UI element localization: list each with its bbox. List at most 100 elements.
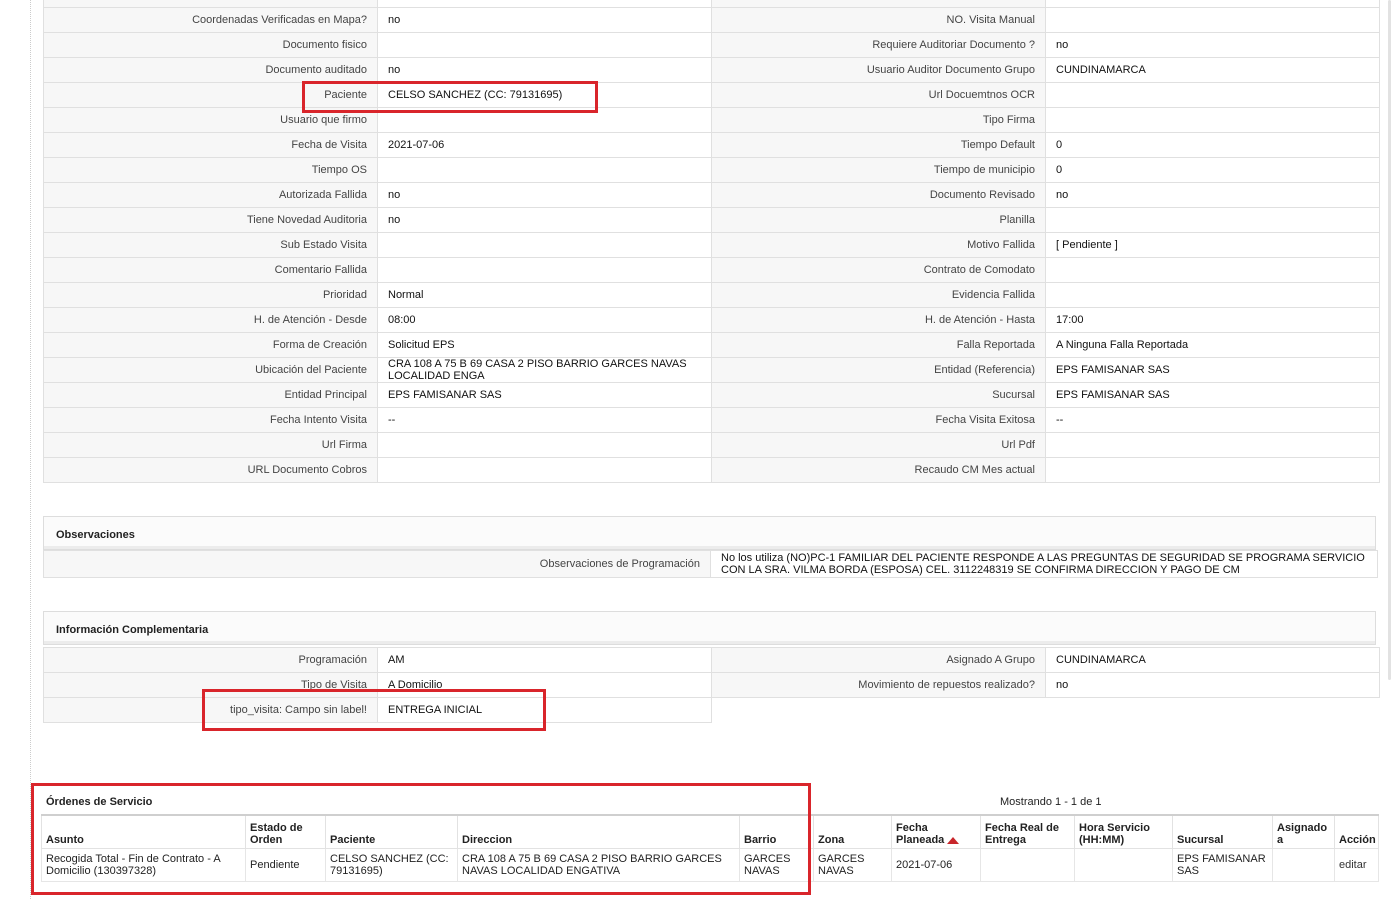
detail-label: Url Pdf xyxy=(711,432,1046,458)
ordenes-header-hora-servicio-hh-mm[interactable]: Hora Servicio (HH:MM) xyxy=(1074,814,1173,849)
detail-row: H. de Atención - Desde 08:00 H. de Atenció… xyxy=(43,307,1380,333)
complementaria-title: Información Complementaria xyxy=(56,624,209,636)
detail-label: Requiere Auditoriar Documento ? xyxy=(711,32,1046,58)
ordenes-header-acci-n[interactable]: Acción xyxy=(1334,814,1379,849)
header-label: Estado de Orden xyxy=(250,822,303,846)
ordenes-header-asignado-a[interactable]: Asignado a xyxy=(1272,814,1335,849)
sort-ascending-icon[interactable] xyxy=(947,836,960,844)
ordenes-cell-zona: GARCES NAVAS xyxy=(813,848,892,882)
ordenes-row[interactable]: Recogida Total - Fin de Contrato - A Dom… xyxy=(41,848,1379,882)
detail-row: Ubicación del Paciente CRA 108 A 75 B 69 … xyxy=(43,357,1380,383)
detail-label: Planilla xyxy=(711,207,1046,233)
ordenes-header-direccion[interactable]: Direccion xyxy=(457,814,740,849)
scrollbar[interactable] xyxy=(1378,0,1393,899)
detail-value: A Ninguna Falla Reportada xyxy=(1045,332,1380,358)
detail-label: Ubicación del Paciente xyxy=(43,357,378,383)
header-label: Barrio xyxy=(744,834,777,846)
detail-label: Tipo Firma xyxy=(711,107,1046,133)
detail-row: Documento fisico Requiere Auditoriar Docu… xyxy=(43,32,1380,58)
detail-value: CRA 108 A 75 B 69 CASA 2 PISO BARRIO GAR… xyxy=(377,357,712,383)
detail-value: Solicitud EPS xyxy=(377,332,712,358)
ordenes-header-asunto[interactable]: Asunto xyxy=(41,814,246,849)
header-label: Asignado a xyxy=(1277,822,1328,846)
detail-row: Prioridad Normal Evidencia Fallida xyxy=(43,282,1380,308)
detail-value: EPS FAMISANAR SAS xyxy=(1045,382,1380,408)
detail-label: Coordenadas Verificadas en Mapa? xyxy=(43,7,378,33)
ordenes-cell-paciente: CELSO SANCHEZ (CC: 79131695) xyxy=(325,848,458,882)
ordenes-cell-fecha-planeada: 2021-07-06 xyxy=(891,848,981,882)
detail-row: Entidad Principal EPS FAMISANAR SAS Sucurs… xyxy=(43,382,1380,408)
detail-row: Sub Estado Visita Motivo Fallida[ Pendien… xyxy=(43,232,1380,258)
detail-label: Prioridad xyxy=(43,282,378,308)
header-label: Zona xyxy=(818,834,845,846)
detail-value xyxy=(377,432,712,458)
observaciones-label: Observaciones de Programación xyxy=(43,550,711,578)
detail-label: Evidencia Fallida xyxy=(711,282,1046,308)
detail-row: Tiene Novedad Auditoria no Planilla xyxy=(43,207,1380,233)
header-label: Asunto xyxy=(46,834,84,846)
complementaria-table: Programación AM Asignado A Grupo CUNDINAMAR… xyxy=(43,647,1380,723)
detail-label: Documento Revisado xyxy=(711,182,1046,208)
detail-label: Entidad Principal xyxy=(43,382,378,408)
ordenes-header-sucursal[interactable]: Sucursal xyxy=(1172,814,1273,849)
ordenes-header-zona[interactable]: Zona xyxy=(813,814,892,849)
ordenes-header-fecha-real-de-entrega[interactable]: Fecha Real de Entrega xyxy=(980,814,1075,849)
detail-value: no xyxy=(1045,32,1380,58)
detail-value xyxy=(377,232,712,258)
detail-label: H. de Atención - Hasta xyxy=(711,307,1046,333)
detail-row: Autorizada Fallida no Documento Revisado no xyxy=(43,182,1380,208)
visit-details-table: Coordenadas Verificadas en Mapa? no NO. Vi… xyxy=(43,7,1380,483)
observaciones-value: No los utiliza (NO)PC-1 FAMILIAR DEL PAC… xyxy=(710,550,1378,578)
complementaria-value: AM xyxy=(377,647,712,673)
detail-row: Fecha de Visita 2021-07-06 Tiempo Default 0 xyxy=(43,132,1380,158)
detail-label: Usuario Auditor Documento Grupo xyxy=(711,57,1046,83)
ordenes-cell-accion[interactable]: editar xyxy=(1334,848,1379,882)
detail-label: Autorizada Fallida xyxy=(43,182,378,208)
detail-value xyxy=(1045,257,1380,283)
detail-value: 2021-07-06 xyxy=(377,132,712,158)
complementaria-label: Tipo de Visita xyxy=(43,672,378,698)
detail-label: Documento auditado xyxy=(43,57,378,83)
complementaria-value: A Domicilio xyxy=(377,672,712,698)
detail-label: Fecha Intento Visita xyxy=(43,407,378,433)
ordenes-header-barrio[interactable]: Barrio xyxy=(739,814,814,849)
detail-label: H. de Atención - Desde xyxy=(43,307,378,333)
detail-row: Comentario Fallida Contrato de Comodato xyxy=(43,257,1380,283)
ordenes-cell-direccion: CRA 108 A 75 B 69 CASA 2 PISO BARRIO GAR… xyxy=(457,848,740,882)
detail-label: URL Documento Cobros xyxy=(43,457,378,483)
detail-value xyxy=(1045,432,1380,458)
detail-label: Entidad (Referencia) xyxy=(711,357,1046,383)
ordenes-cell-asignado xyxy=(1272,848,1335,882)
header-label: Acción xyxy=(1339,834,1376,846)
detail-value: CELSO SANCHEZ (CC: 79131695) xyxy=(377,82,712,108)
ordenes-cell-barrio: GARCES NAVAS xyxy=(739,848,814,882)
detail-value: -- xyxy=(377,407,712,433)
detail-row: Url Firma Url Pdf xyxy=(43,432,1380,458)
ordenes-cell-fecha-real xyxy=(980,848,1075,882)
detail-label: Paciente xyxy=(43,82,378,108)
detail-value: no xyxy=(377,7,712,33)
header-label: Paciente xyxy=(330,834,376,846)
header-label: Fecha Planeada xyxy=(896,822,945,846)
detail-label: Forma de Creación xyxy=(43,332,378,358)
observaciones-section-header: Observaciones xyxy=(43,516,1376,550)
detail-label: Sub Estado Visita xyxy=(43,232,378,258)
complementaria-label: tipo_visita: Campo sin label! xyxy=(43,697,378,723)
complementaria-value: no xyxy=(1045,672,1380,698)
empty-cell xyxy=(1045,697,1380,723)
complementaria-label: Movimiento de repuestos realizado? xyxy=(711,672,1046,698)
detail-label: Contrato de Comodato xyxy=(711,257,1046,283)
observaciones-title: Observaciones xyxy=(56,529,135,541)
detail-row: Fecha Intento Visita -- Fecha Visita Exito… xyxy=(43,407,1380,433)
ordenes-header-fecha-planeada[interactable]: Fecha Planeada xyxy=(891,814,981,849)
detail-label: Url Firma xyxy=(43,432,378,458)
ordenes-cell-asunto: Recogida Total - Fin de Contrato - A Dom… xyxy=(41,848,246,882)
detail-label: Fecha Visita Exitosa xyxy=(711,407,1046,433)
ordenes-header-paciente[interactable]: Paciente xyxy=(325,814,458,849)
detail-value: EPS FAMISANAR SAS xyxy=(1045,357,1380,383)
detail-value xyxy=(377,107,712,133)
scrollbar-thumb[interactable] xyxy=(1388,0,1391,680)
detail-label: Comentario Fallida xyxy=(43,257,378,283)
detail-value: 08:00 xyxy=(377,307,712,333)
ordenes-header-estado-de-orden[interactable]: Estado de Orden xyxy=(245,814,326,849)
